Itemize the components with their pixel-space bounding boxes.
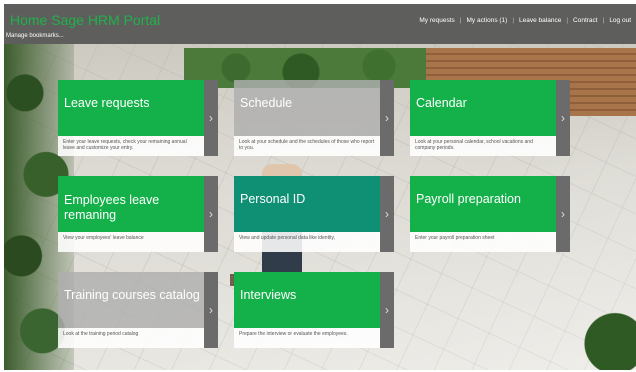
tile-header[interactable]: Payroll preparation: [410, 176, 556, 232]
nav-log-out[interactable]: Log out: [604, 17, 636, 24]
chevron-right-icon[interactable]: ›: [380, 176, 394, 252]
tile-title: Schedule: [240, 96, 293, 110]
nav-leave-balance[interactable]: Leave balance: [514, 17, 566, 24]
tile-title: Payroll preparation: [416, 192, 521, 206]
tile-payroll-preparation[interactable]: Payroll preparation Enter your payroll p…: [410, 176, 570, 252]
nav-my-requests[interactable]: My requests: [414, 17, 459, 24]
tile-title: Training courses catalog: [64, 288, 200, 302]
tile-header[interactable]: Leave requests: [58, 80, 204, 136]
top-nav: My requests | My actions (1) | Leave bal…: [414, 17, 636, 24]
tile-description: Prepare the interview or evaluate the em…: [234, 328, 380, 348]
tile-training-courses-catalog[interactable]: Training courses catalog Look at the tra…: [58, 272, 218, 348]
chevron-right-icon[interactable]: ›: [556, 176, 570, 252]
tile-title: Interviews: [240, 288, 297, 302]
tile-schedule[interactable]: Schedule Look at your schedule and the s…: [234, 80, 394, 156]
tile-leave-requests[interactable]: Leave requests Enter your leave requests…: [58, 80, 218, 156]
chevron-right-icon[interactable]: ›: [380, 80, 394, 156]
top-bar: Home Sage HRM Portal Manage bookmarks...…: [4, 4, 636, 44]
tile-header[interactable]: Personal ID: [234, 176, 380, 232]
chevron-right-icon[interactable]: ›: [204, 80, 218, 156]
tile-employees-leave-remaining[interactable]: Employees leave remaning View your emplo…: [58, 176, 218, 252]
tile-interviews[interactable]: Interviews Prepare the interview or eval…: [234, 272, 394, 348]
tile-description: View and update personal data like ident…: [234, 232, 380, 252]
tile-description: Look at your personal calendar, school v…: [410, 136, 556, 156]
tile-title: Calendar: [416, 96, 467, 110]
tile-header[interactable]: Calendar: [410, 80, 556, 136]
nav-contract[interactable]: Contract: [568, 17, 603, 24]
tile-description: Look at your schedule and the schedules …: [234, 136, 380, 156]
tile-header[interactable]: Interviews: [234, 272, 380, 328]
nav-my-actions[interactable]: My actions (1): [462, 17, 513, 24]
chevron-right-icon[interactable]: ›: [380, 272, 394, 348]
tile-description: Enter your leave requests, check your re…: [58, 136, 204, 156]
background-tree: [566, 304, 636, 370]
chevron-right-icon[interactable]: ›: [204, 272, 218, 348]
portal-title[interactable]: Home Sage HRM Portal: [10, 12, 160, 28]
manage-bookmarks-link[interactable]: Manage bookmarks...: [6, 33, 64, 39]
tile-header[interactable]: Schedule: [234, 80, 380, 136]
chevron-right-icon[interactable]: ›: [204, 176, 218, 252]
tile-description: Enter your payroll preparation sheet: [410, 232, 556, 252]
tile-header[interactable]: Training courses catalog: [58, 272, 204, 328]
tile-title: Employees leave remaning: [64, 193, 160, 222]
chevron-right-icon[interactable]: ›: [556, 80, 570, 156]
tile-title: Personal ID: [240, 192, 306, 206]
tile-description: View your employees' leave balance: [58, 232, 204, 252]
tile-calendar[interactable]: Calendar Look at your personal calendar,…: [410, 80, 570, 156]
tile-title: Leave requests: [64, 96, 150, 110]
tile-description: Look at the training period catalog: [58, 328, 204, 348]
tile-personal-id[interactable]: Personal ID View and update personal dat…: [234, 176, 394, 252]
tile-header[interactable]: Employees leave remaning: [58, 176, 204, 232]
